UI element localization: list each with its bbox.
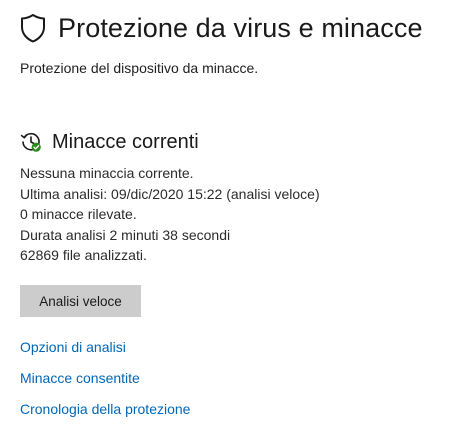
scan-duration-text: Durata analisi 2 minuti 38 secondi: [20, 226, 231, 243]
page-subtitle: Protezione del dispositivo da minacce.: [20, 60, 259, 76]
no-threats-text: Nessuna minaccia corrente.: [20, 165, 194, 181]
shield-icon: [21, 14, 45, 43]
last-scan-text: Ultima analisi: 09/dic/2020 15:22 (anali…: [20, 185, 320, 202]
virus-threat-protection-page: Protezione da virus e minacce Protezione…: [0, 0, 460, 433]
scan-details: Nessuna minaccia corrente. Ultima analis…: [20, 163, 320, 266]
protection-history-link[interactable]: Cronologia della protezione: [20, 401, 190, 417]
scan-history-icon: [20, 132, 41, 152]
files-scanned-text: 62869 file analizzati.: [20, 247, 147, 263]
page-header: Protezione da virus e minacce: [20, 10, 423, 46]
allowed-threats-link[interactable]: Minacce consentite: [20, 370, 140, 386]
quick-scan-button[interactable]: Analisi veloce: [20, 285, 141, 317]
current-threats-title: Minacce correnti: [52, 131, 199, 153]
threats-found-text: 0 minacce rilevate.: [20, 206, 137, 222]
page-title: Protezione da virus e minacce: [58, 13, 423, 43]
current-threats-header: Minacce correnti: [20, 129, 199, 155]
scan-options-link[interactable]: Opzioni di analisi: [20, 339, 126, 355]
